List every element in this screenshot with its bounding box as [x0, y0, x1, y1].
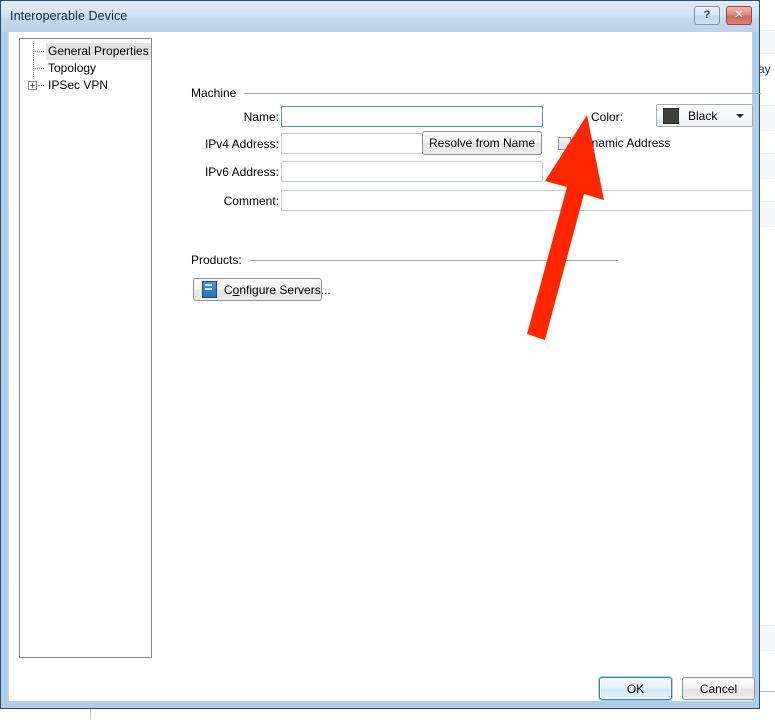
tree-item-label: General Properties: [46, 43, 151, 60]
configure-servers-button[interactable]: Configure Servers...: [193, 278, 331, 301]
machine-group-header: Machine: [191, 86, 762, 100]
dynamic-address-checkbox[interactable]: Dynamic Address: [558, 136, 670, 150]
products-group-title: Products:: [191, 253, 242, 267]
comment-label: Comment:: [223, 194, 279, 208]
interoperable-device-dialog: Interoperable Device ? ✕ General Propert…: [0, 0, 762, 709]
dynamic-address-label: Dynamic Address: [577, 136, 671, 150]
name-label: Name:: [243, 110, 279, 124]
server-icon: [202, 281, 217, 298]
color-selected-value: Black: [688, 108, 718, 123]
resolve-from-name-button[interactable]: Resolve from Name: [422, 131, 542, 155]
color-dropdown[interactable]: Black: [656, 104, 753, 127]
help-icon[interactable]: ?: [694, 6, 720, 25]
tree-item-topology[interactable]: Topology: [20, 60, 151, 77]
ok-button[interactable]: OK: [599, 677, 672, 700]
tree-item-ipsec-vpn[interactable]: + IPSec VPN: [20, 77, 151, 94]
chevron-down-icon[interactable]: [736, 114, 744, 118]
group-rule: [244, 92, 762, 94]
tree-item-general-properties[interactable]: General Properties: [20, 43, 151, 60]
machine-group-title: Machine: [191, 86, 237, 100]
ipv6-address-input[interactable]: [281, 161, 543, 182]
checkbox-box-icon[interactable]: [558, 136, 571, 150]
comment-input[interactable]: [281, 190, 753, 211]
group-rule: [249, 259, 618, 261]
plus-expander-icon[interactable]: +: [28, 81, 37, 90]
color-swatch-icon: [663, 107, 679, 124]
color-label: Color:: [590, 110, 623, 124]
configure-servers-label: Configure Servers...: [224, 282, 331, 297]
title-bar[interactable]: Interoperable Device ? ✕: [1, 1, 759, 32]
cancel-button[interactable]: Cancel: [682, 677, 755, 700]
tree-connector-dots: [33, 68, 44, 70]
dialog-client-area: General Properties Topology + IPSec VPN …: [9, 32, 762, 701]
tree-connector-dots: [38, 85, 44, 87]
general-properties-pane: Machine Name: IPv4 Address: Resolve from…: [169, 32, 762, 701]
window-title: Interoperable Device: [10, 9, 128, 23]
ipv4-address-input[interactable]: [281, 133, 424, 154]
tree-connector-dots: [33, 51, 44, 53]
close-icon[interactable]: ✕: [726, 6, 752, 25]
products-group-header: Products:: [191, 253, 618, 267]
tree-item-label: Topology: [48, 61, 97, 75]
tree-item-label: IPSec VPN: [48, 78, 109, 92]
name-input[interactable]: [281, 106, 543, 127]
navigation-tree[interactable]: General Properties Topology + IPSec VPN: [19, 38, 152, 658]
ipv6-address-label: IPv6 Address:: [204, 165, 279, 179]
ipv4-address-label: IPv4 Address:: [204, 137, 279, 151]
